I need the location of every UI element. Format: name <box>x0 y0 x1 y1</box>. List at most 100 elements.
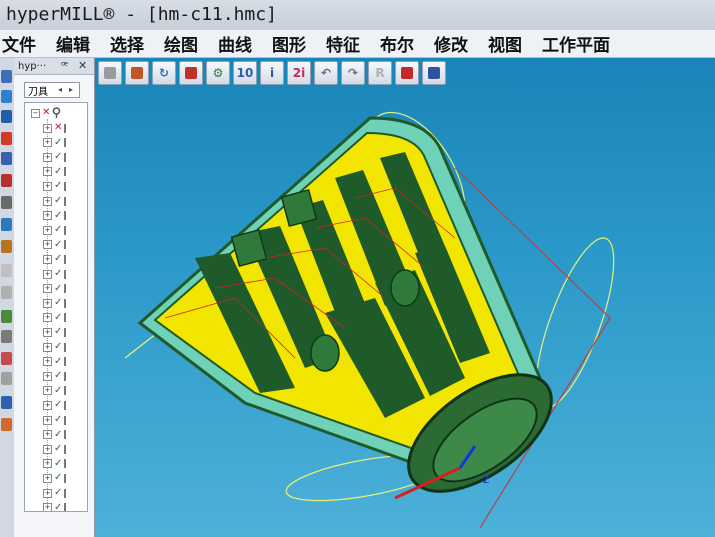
tree-item-expander[interactable]: + <box>43 123 52 133</box>
tree-item[interactable]: + ✓ <box>43 369 71 383</box>
tree-item-expander[interactable]: + <box>43 357 52 367</box>
tree-item[interactable]: + ✓ <box>43 428 71 442</box>
pin-icon[interactable]: ꟹ <box>61 59 68 73</box>
tree-item[interactable]: + ✓ <box>43 398 71 412</box>
tree-item-expander[interactable]: + <box>43 444 52 454</box>
tree-item[interactable]: + ✓ <box>43 252 71 266</box>
tab-next-icon[interactable]: ▸ <box>69 83 73 97</box>
menu-draw[interactable]: 绘图 <box>164 31 198 56</box>
tree-item-expander[interactable]: + <box>43 342 52 352</box>
tree-item-expander[interactable]: + <box>43 240 52 250</box>
tab-tools[interactable]: 刀具 ◂ ▸ <box>24 82 80 98</box>
tree-item[interactable]: + ✓ <box>43 165 71 179</box>
grid-icon[interactable] <box>1 310 12 323</box>
tree-item-expander[interactable]: + <box>43 459 52 469</box>
tree-item[interactable]: + ✓ <box>43 238 71 252</box>
layers-icon[interactable] <box>1 70 12 83</box>
menu-workplane[interactable]: 工作平面 <box>542 31 610 56</box>
menu-edit[interactable]: 编辑 <box>56 31 90 56</box>
tree-item[interactable]: + ✓ <box>43 340 71 354</box>
tree-item-expander[interactable]: + <box>43 152 52 162</box>
tree-item[interactable]: + ✓ <box>43 209 71 223</box>
open-folder-icon[interactable] <box>125 61 149 85</box>
model-canvas[interactable]: z <box>95 58 715 537</box>
box-solid-icon[interactable] <box>179 61 203 85</box>
cube-shaded-icon[interactable] <box>395 61 419 85</box>
tree-item[interactable]: + ✓ <box>43 223 71 237</box>
tree-item-expander[interactable]: + <box>43 488 52 498</box>
tree-item[interactable]: + ✓ <box>43 325 71 339</box>
tree-item-expander[interactable]: + <box>43 298 52 308</box>
tree-item[interactable]: + ✓ <box>43 150 71 164</box>
graphics-viewport[interactable]: z <box>95 58 715 537</box>
tree-item-expander[interactable]: + <box>43 430 52 440</box>
menu-curve[interactable]: 曲线 <box>218 31 252 56</box>
menu-select[interactable]: 选择 <box>110 31 144 56</box>
tree-item[interactable]: + ✓ <box>43 267 71 281</box>
tree-item[interactable]: + ✓ <box>43 486 71 500</box>
tree-root-expander[interactable]: − <box>31 108 40 118</box>
close-icon[interactable]: ✕ <box>78 59 87 73</box>
rotate-view-icon[interactable]: ↻ <box>152 61 176 85</box>
r-mode-icon[interactable]: R <box>368 61 392 85</box>
tree-item-expander[interactable]: + <box>43 400 52 410</box>
tree-item[interactable]: + ✕ <box>43 121 71 135</box>
undo-icon[interactable]: ↶ <box>314 61 338 85</box>
tree-item-expander[interactable]: + <box>43 225 52 235</box>
tree-item-expander[interactable]: + <box>43 371 52 381</box>
tree-item[interactable]: + ✓ <box>43 501 71 511</box>
tree-item[interactable]: + ✓ <box>43 471 71 485</box>
tree-item-expander[interactable]: + <box>43 167 52 177</box>
tree-item-expander[interactable]: + <box>43 181 52 191</box>
magnet-icon[interactable] <box>422 61 446 85</box>
tree-item-expander[interactable]: + <box>43 211 52 221</box>
x-icon[interactable] <box>1 174 12 187</box>
tree-item-expander[interactable]: + <box>43 473 52 483</box>
tree-item[interactable]: + ✓ <box>43 179 71 193</box>
tree-item[interactable]: + ✓ <box>43 136 71 150</box>
part-model[interactable] <box>137 116 571 514</box>
cycle-icon[interactable] <box>1 110 12 123</box>
sheet-icon[interactable] <box>1 372 12 385</box>
tree-item[interactable]: + ✓ <box>43 384 71 398</box>
camera-icon[interactable] <box>1 196 12 209</box>
menu-boolean[interactable]: 布尔 <box>380 31 414 56</box>
tab-prev-icon[interactable]: ◂ <box>58 83 62 97</box>
tool-10-icon[interactable]: 10 <box>233 61 257 85</box>
redo-icon[interactable]: ↷ <box>341 61 365 85</box>
chip-icon[interactable] <box>1 264 12 277</box>
refresh-icon[interactable] <box>1 90 12 103</box>
tag-icon[interactable] <box>1 352 12 365</box>
tree-item-expander[interactable]: + <box>43 327 52 337</box>
tree-item[interactable]: + ✓ <box>43 194 71 208</box>
info-icon[interactable]: i <box>260 61 284 85</box>
help-icon[interactable] <box>1 396 12 409</box>
tree-item-expander[interactable]: + <box>43 284 52 294</box>
new-document-icon[interactable] <box>98 61 122 85</box>
arrow-icon[interactable] <box>1 218 12 231</box>
tree-item[interactable]: + ✓ <box>43 311 71 325</box>
bolt-icon[interactable] <box>1 418 12 431</box>
menu-modify[interactable]: 修改 <box>434 31 468 56</box>
pen-icon[interactable] <box>1 286 12 299</box>
tree-item-expander[interactable]: + <box>43 138 52 148</box>
tool-icon[interactable] <box>1 240 12 253</box>
gear-icon[interactable]: ⚙ <box>206 61 230 85</box>
star-icon[interactable] <box>1 132 12 145</box>
list-icon[interactable] <box>1 330 12 343</box>
tree-item-expander[interactable]: + <box>43 386 52 396</box>
disk-icon[interactable] <box>1 152 12 165</box>
menu-feature[interactable]: 特征 <box>326 31 360 56</box>
tree-item[interactable]: + ✓ <box>43 413 71 427</box>
tree-item[interactable]: + ✓ <box>43 457 71 471</box>
tree-root[interactable]: − ✕ <box>31 107 61 119</box>
menu-view[interactable]: 视图 <box>488 31 522 56</box>
tree-item-expander[interactable]: + <box>43 196 52 206</box>
menu-file[interactable]: 文件 <box>2 31 36 56</box>
tree-item[interactable]: + ✓ <box>43 296 71 310</box>
tree-item[interactable]: + ✓ <box>43 355 71 369</box>
tree-item-expander[interactable]: + <box>43 254 52 264</box>
tree-item[interactable]: + ✓ <box>43 282 71 296</box>
tree-item[interactable]: + ✓ <box>43 442 71 456</box>
tree-item-expander[interactable]: + <box>43 269 52 279</box>
